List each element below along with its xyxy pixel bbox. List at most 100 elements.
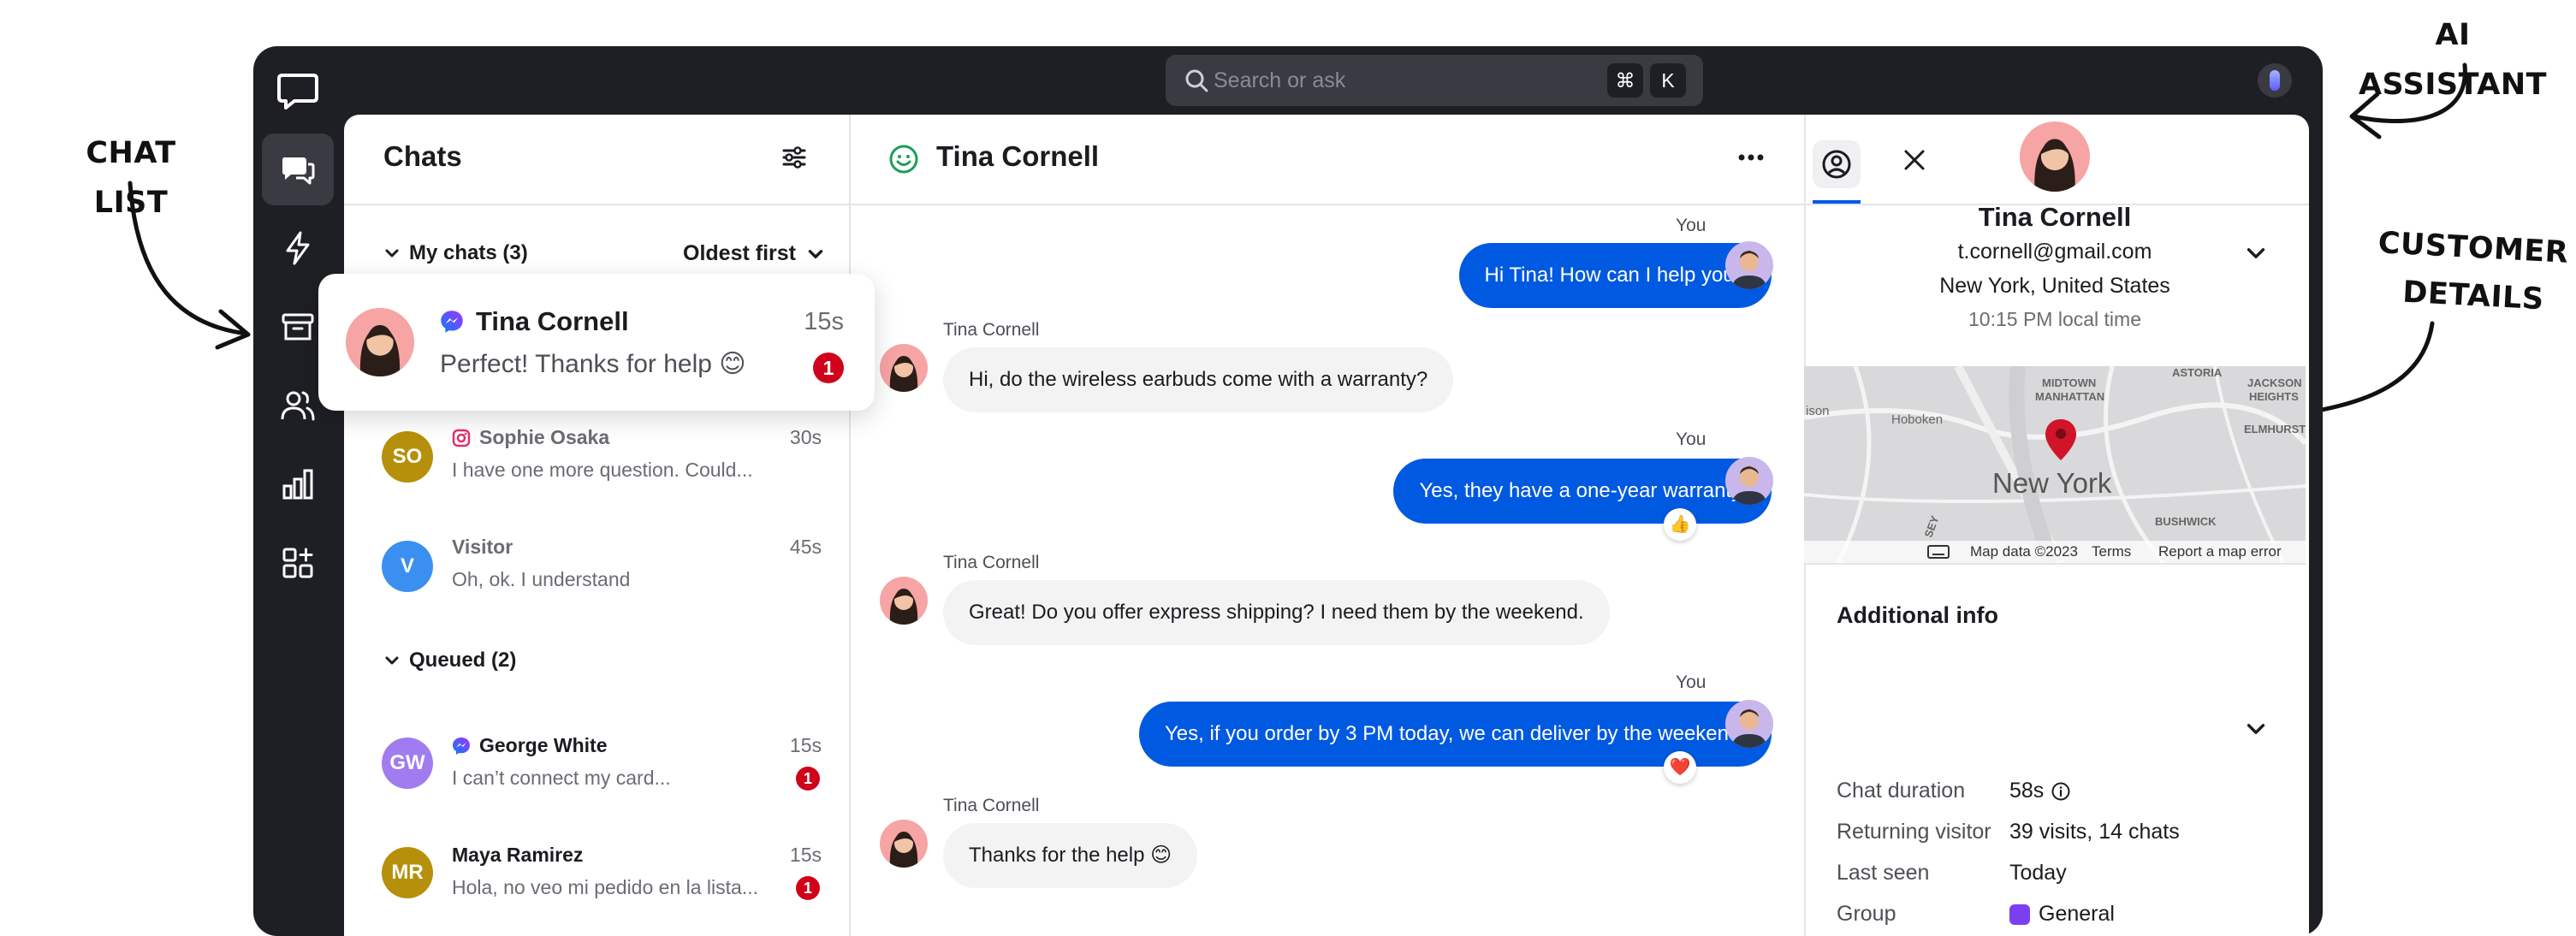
agent-face-icon — [1725, 700, 1773, 748]
info-value-group: General — [2009, 902, 2115, 927]
customer-location: New York, United States — [1939, 274, 2170, 298]
customer-email[interactable]: t.cornell@gmail.com — [1804, 240, 2306, 264]
unread-badge: 1 — [796, 767, 820, 791]
map-label: MIDTOWN — [2042, 376, 2097, 389]
map-label: BUSHWICK — [2155, 515, 2217, 528]
filter-icon[interactable] — [781, 144, 808, 171]
agent-avatar — [1725, 457, 1773, 505]
map-label: ison — [1806, 404, 1830, 418]
more-options-icon[interactable] — [1737, 149, 1765, 166]
chat-item-sophie[interactable]: SO Sophie Osaka I have one more question… — [344, 416, 849, 518]
keyboard-icon — [1927, 545, 1950, 559]
info-value-duration: 58s — [2009, 779, 2071, 803]
chats-icon — [282, 157, 315, 185]
message-author: You — [1676, 429, 1706, 449]
customer-face-icon — [880, 577, 928, 625]
unread-badge: 1 — [796, 876, 820, 900]
user-circle-icon — [1822, 150, 1851, 179]
chat-time: 45s — [789, 536, 822, 558]
chevron-down-icon — [385, 656, 399, 665]
nav-automations[interactable] — [262, 212, 334, 284]
avatar: SO — [382, 431, 433, 483]
annotation-arrow-ai — [2349, 62, 2467, 139]
customer-map[interactable]: MIDTOWN MANHATTAN ASTORIA JACKSON HEIGHT… — [1804, 366, 2306, 563]
info-value-group-text: General — [2039, 902, 2115, 926]
chat-preview: Perfect! Thanks for help 😊 — [440, 350, 746, 378]
chat-preview: I can’t connect my card... — [452, 767, 671, 789]
archive-icon — [282, 313, 314, 341]
section-my-chats[interactable]: My chats (3) — [383, 241, 528, 265]
group-icon — [2009, 903, 2030, 925]
chat-item-maya[interactable]: MR Maya Ramirez Hola, no veo mi pedido e… — [344, 833, 849, 936]
avatar — [346, 308, 414, 376]
chats-title: Chats — [383, 140, 462, 172]
chat-item-george[interactable]: GW George White I can’t connect my card.… — [344, 724, 849, 826]
message-author: Tina Cornell — [943, 796, 1040, 815]
chat-name-text: George White — [479, 734, 608, 756]
instagram-icon — [452, 429, 471, 447]
nav-reports[interactable] — [262, 448, 334, 520]
chat-item-visitor[interactable]: V Visitor Oh, ok. I understand 45s — [344, 525, 849, 628]
chat-preview: Oh, ok. I understand — [452, 568, 631, 590]
map-terms-link[interactable]: Terms — [2092, 541, 2131, 563]
unread-badge: 1 — [813, 352, 844, 383]
agent-face-icon — [1725, 457, 1773, 505]
map-footer: Map data ©2023 Terms Report a map error — [1804, 541, 2306, 563]
info-label-returning: Returning visitor — [1837, 820, 1991, 844]
reaction-thumbs-up[interactable]: 👍 — [1664, 508, 1696, 541]
tab-customer-details[interactable] — [1813, 140, 1861, 188]
lightning-icon — [286, 231, 310, 265]
chat-name: Visitor — [452, 536, 513, 559]
info-icon[interactable] — [2051, 781, 2071, 802]
ai-gem-icon — [2270, 70, 2280, 91]
nav-apps[interactable] — [262, 527, 334, 599]
agent-face-icon — [1725, 241, 1773, 289]
info-value-duration-text: 58s — [2009, 779, 2045, 803]
agent-avatar — [1725, 241, 1773, 289]
close-icon[interactable] — [1902, 147, 1927, 173]
chat-name: Maya Ramirez — [452, 844, 583, 867]
map-data-credit: Map data ©2023 — [1970, 543, 2078, 560]
map-label: MANHATTAN — [2035, 390, 2105, 403]
nav-chats[interactable] — [262, 133, 334, 205]
chat-item-tina-highlighted[interactable]: Tina Cornell Perfect! Thanks for help 😊 … — [318, 274, 875, 411]
section-queued-label: Queued (2) — [409, 649, 517, 672]
messenger-icon — [453, 737, 470, 755]
info-label-last-seen: Last seen — [1837, 861, 1930, 885]
customer-face-icon — [880, 344, 928, 392]
map-label: Hoboken — [1891, 412, 1944, 427]
message-bubble-customer: Hi, do the wireless earbuds come with a … — [943, 347, 1454, 412]
map-report-link[interactable]: Report a map error — [2158, 541, 2282, 563]
customer-local-time: 10:15 PM local time — [1968, 308, 2141, 330]
annotation-arrow-chat-list — [128, 181, 251, 350]
sort-select[interactable]: Oldest first — [683, 241, 825, 266]
map-label: ASTORIA — [2172, 366, 2223, 379]
customers-icon — [281, 391, 315, 421]
avatar: GW — [382, 738, 433, 789]
map-label: HEIGHTS — [2249, 390, 2299, 403]
map-pin-icon — [2045, 419, 2076, 460]
reaction-heart[interactable]: ❤️ — [1664, 751, 1696, 784]
search-placeholder: Search or ask — [1214, 68, 1346, 92]
search-icon — [1185, 69, 1208, 92]
global-search[interactable]: Search or ask ⌘ K — [1166, 55, 1703, 106]
message-author: Tina Cornell — [943, 553, 1040, 572]
section-queued[interactable]: Queued (2) — [383, 649, 516, 672]
conversation-title: Tina Cornell — [936, 140, 1100, 172]
agent-avatar — [1725, 700, 1773, 748]
ai-assistant-button[interactable] — [2258, 63, 2292, 98]
divider-additional-info — [1804, 563, 2306, 565]
message-author: Tina Cornell — [943, 320, 1040, 340]
chat-name-text: Sophie Osaka — [479, 426, 610, 448]
chat-name: Sophie Osaka — [452, 426, 609, 449]
map-label: JACKSON — [2247, 376, 2302, 389]
chat-time: 15s — [789, 844, 822, 866]
customer-face-icon — [2020, 121, 2090, 192]
message-author: You — [1676, 672, 1706, 692]
chat-name-text: Maya Ramirez — [452, 844, 584, 866]
message-bubble-customer: Thanks for the help 😊 — [943, 823, 1198, 888]
additional-info-title: Additional info — [1837, 602, 1998, 628]
chevron-down-icon[interactable] — [2244, 717, 2268, 741]
avatar: MR — [382, 847, 433, 898]
message-bubble-agent: Yes, they have a one-year warranty. — [1393, 459, 1772, 524]
